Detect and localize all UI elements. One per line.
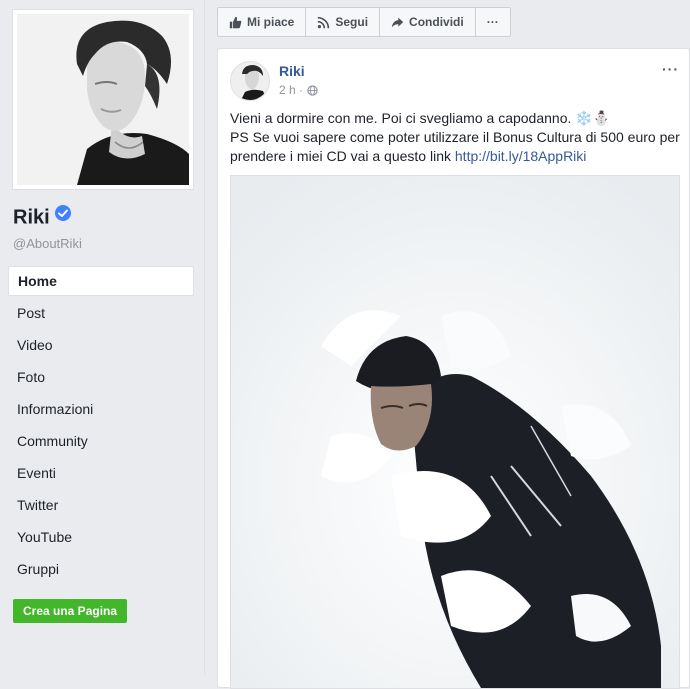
- page-name[interactable]: Riki: [13, 204, 72, 230]
- page-username[interactable]: @AboutRiki: [13, 236, 82, 251]
- nav-item-gruppi[interactable]: Gruppi: [8, 554, 194, 584]
- create-page-button[interactable]: Crea una Pagina: [13, 599, 128, 623]
- post-photo[interactable]: [230, 175, 680, 689]
- post-message: Vieni a dormire con me. Poi ci svegliamo…: [230, 109, 682, 166]
- author-avatar[interactable]: [230, 61, 270, 101]
- follow-button[interactable]: Segui: [306, 8, 381, 36]
- like-label: Mi piace: [247, 15, 295, 29]
- nav-item-community[interactable]: Community: [8, 426, 194, 456]
- globe-icon[interactable]: [307, 84, 318, 96]
- share-arrow-icon: [391, 17, 404, 27]
- nav-item-post[interactable]: Post: [8, 298, 194, 328]
- post-options-button[interactable]: ···: [662, 61, 679, 77]
- verified-badge-icon: [54, 204, 72, 228]
- meta-separator: ·: [299, 83, 304, 97]
- post-meta: 2 h ·: [279, 83, 318, 97]
- nav-item-foto[interactable]: Foto: [8, 362, 194, 392]
- nav-item-eventi[interactable]: Eventi: [8, 458, 194, 488]
- thumbs-up-icon: [229, 16, 242, 28]
- follow-label: Segui: [335, 15, 369, 29]
- post-author[interactable]: Riki: [279, 63, 305, 79]
- profile-photo-image: [17, 14, 189, 185]
- sidebar-divider: [204, 0, 205, 675]
- page-name-text: Riki: [13, 206, 50, 229]
- post-line-2: PS Se vuoi sapere come poter utilizzare …: [230, 128, 682, 166]
- nav-item-youtube[interactable]: YouTube: [8, 522, 194, 552]
- more-icon: ···: [486, 15, 499, 29]
- like-page-button[interactable]: Mi piace: [218, 8, 307, 36]
- page-action-bar: Mi piace Segui Condividi ···: [217, 7, 511, 37]
- rss-icon: [318, 16, 330, 28]
- post-card: Riki 2 h · ··· Vieni a dormire con me. P…: [217, 48, 690, 689]
- share-label: Condividi: [409, 15, 464, 29]
- snow-photo-image: [231, 176, 679, 688]
- nav-item-twitter[interactable]: Twitter: [8, 490, 194, 520]
- nav-item-informazioni[interactable]: Informazioni: [8, 394, 194, 424]
- post-timestamp[interactable]: 2 h: [279, 83, 296, 97]
- share-button[interactable]: Condividi: [380, 8, 476, 36]
- page-nav: Home Post Video Foto Informazioni Commun…: [8, 266, 194, 586]
- avatar-image: [231, 62, 269, 100]
- more-options-button[interactable]: ···: [476, 8, 510, 36]
- profile-picture[interactable]: [12, 9, 194, 190]
- post-line-1: Vieni a dormire con me. Poi ci svegliamo…: [230, 110, 611, 126]
- nav-item-video[interactable]: Video: [8, 330, 194, 360]
- nav-item-home[interactable]: Home: [8, 266, 194, 296]
- left-sidebar: Riki @AboutRiki Home Post Video Foto Inf…: [0, 0, 204, 675]
- post-link[interactable]: http://bit.ly/18AppRiki: [455, 148, 587, 164]
